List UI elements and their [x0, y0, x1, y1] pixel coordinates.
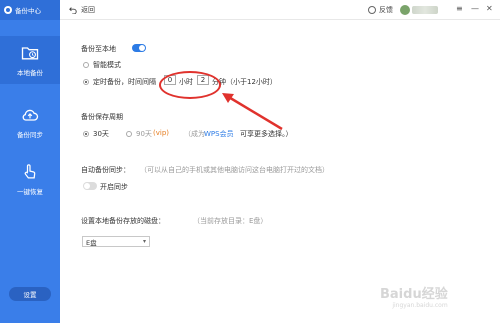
main-content: 备份至本地 智能模式 定时备份，时间间隔 0 小时 2 分钟 （小于12小时） … — [60, 20, 500, 323]
sidebar-item-backup-sync[interactable]: 备份同步 — [0, 98, 60, 146]
sidebar-item-label: 备份同步 — [17, 131, 43, 139]
username-blurred — [412, 6, 438, 14]
baidu-watermark: Baidu经验 jingyan.baidu.com — [380, 283, 448, 309]
backup-logo-icon — [4, 6, 12, 14]
close-icon[interactable]: ✕ — [486, 4, 493, 13]
sidebar-item-label: 本地备份 — [17, 69, 43, 77]
feedback-icon — [368, 6, 376, 14]
back-label: 返回 — [81, 6, 95, 14]
avatar[interactable] — [400, 5, 410, 15]
top-bar: 返回 反馈 ≡ — ✕ — [60, 0, 500, 20]
cloud-upload-icon — [22, 109, 39, 121]
watermark-brand: Baidu经验 — [380, 287, 448, 302]
watermark-url: jingyan.baidu.com — [392, 302, 448, 309]
back-arrow-icon — [69, 7, 77, 14]
sidebar: 备份中心 本地备份 备份同步 一键恢复 设置 — [0, 0, 60, 323]
minimize-icon[interactable]: — — [471, 4, 479, 13]
app-header: 备份中心 — [0, 0, 60, 20]
feedback-label: 反馈 — [379, 6, 393, 14]
feedback-button[interactable]: 反馈 — [368, 5, 393, 15]
app-title: 备份中心 — [15, 7, 41, 15]
menu-icon[interactable]: ≡ — [456, 4, 463, 13]
hand-pointer-icon — [24, 164, 36, 179]
back-button[interactable]: 返回 — [69, 5, 95, 15]
annotation-arrow-icon — [222, 93, 283, 131]
settings-button[interactable]: 设置 — [9, 287, 51, 301]
sidebar-item-restore[interactable]: 一键恢复 — [0, 155, 60, 203]
sidebar-item-label: 一键恢复 — [17, 188, 43, 196]
sidebar-item-local-backup[interactable]: 本地备份 — [0, 36, 60, 84]
folder-clock-icon — [21, 47, 39, 60]
